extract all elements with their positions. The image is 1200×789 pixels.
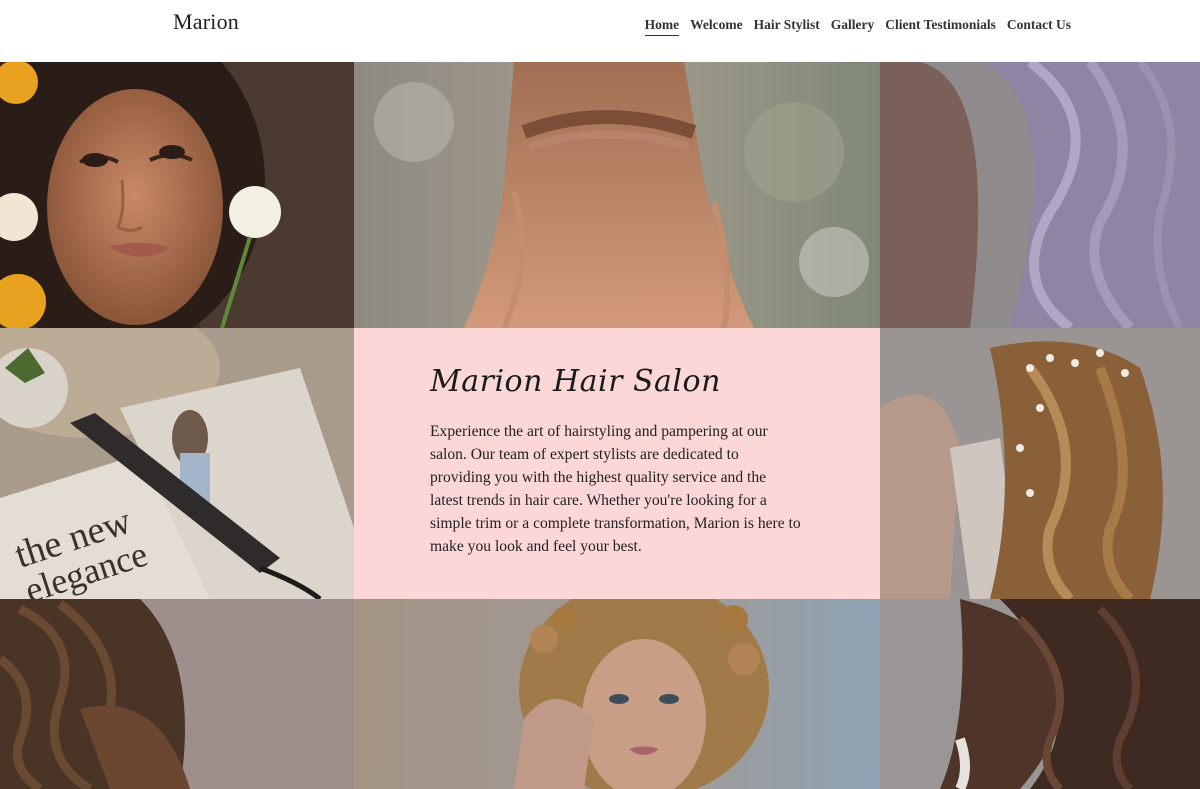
- main-nav: Home Welcome Hair Stylist Gallery Client…: [644, 17, 1071, 36]
- nav-gallery[interactable]: Gallery: [831, 17, 875, 36]
- photo-wavy-hair-with-hairpiece: [880, 328, 1200, 599]
- photo-braided-blonde-hair: [354, 62, 880, 328]
- photo-flat-iron-on-magazine: the new elegance: [0, 328, 354, 599]
- nav-welcome[interactable]: Welcome: [690, 17, 742, 36]
- photo-woman-with-flowers: [0, 62, 354, 328]
- nav-contact-us[interactable]: Contact Us: [1007, 17, 1071, 36]
- photo-brown-wavy-hair: [880, 599, 1200, 789]
- hero-description: Experience the art of hairstyling and pa…: [430, 423, 801, 555]
- nav-home[interactable]: Home: [644, 17, 680, 36]
- photo-curly-blonde-woman: [354, 599, 880, 789]
- brand-logo-link[interactable]: Marion: [173, 9, 239, 35]
- photo-lavender-wavy-hair: [880, 62, 1200, 328]
- photo-box-braids: [0, 599, 354, 789]
- hero-panel: Marion Hair Salon Experience the art of …: [354, 328, 880, 599]
- hero-title: Marion Hair Salon: [430, 364, 721, 399]
- page: Marion Home Welcome Hair Stylist Gallery…: [0, 0, 1200, 789]
- nav-client-testimonials[interactable]: Client Testimonials: [885, 17, 996, 36]
- site-header: Marion Home Welcome Hair Stylist Gallery…: [0, 0, 1200, 62]
- nav-hair-stylist[interactable]: Hair Stylist: [754, 17, 820, 36]
